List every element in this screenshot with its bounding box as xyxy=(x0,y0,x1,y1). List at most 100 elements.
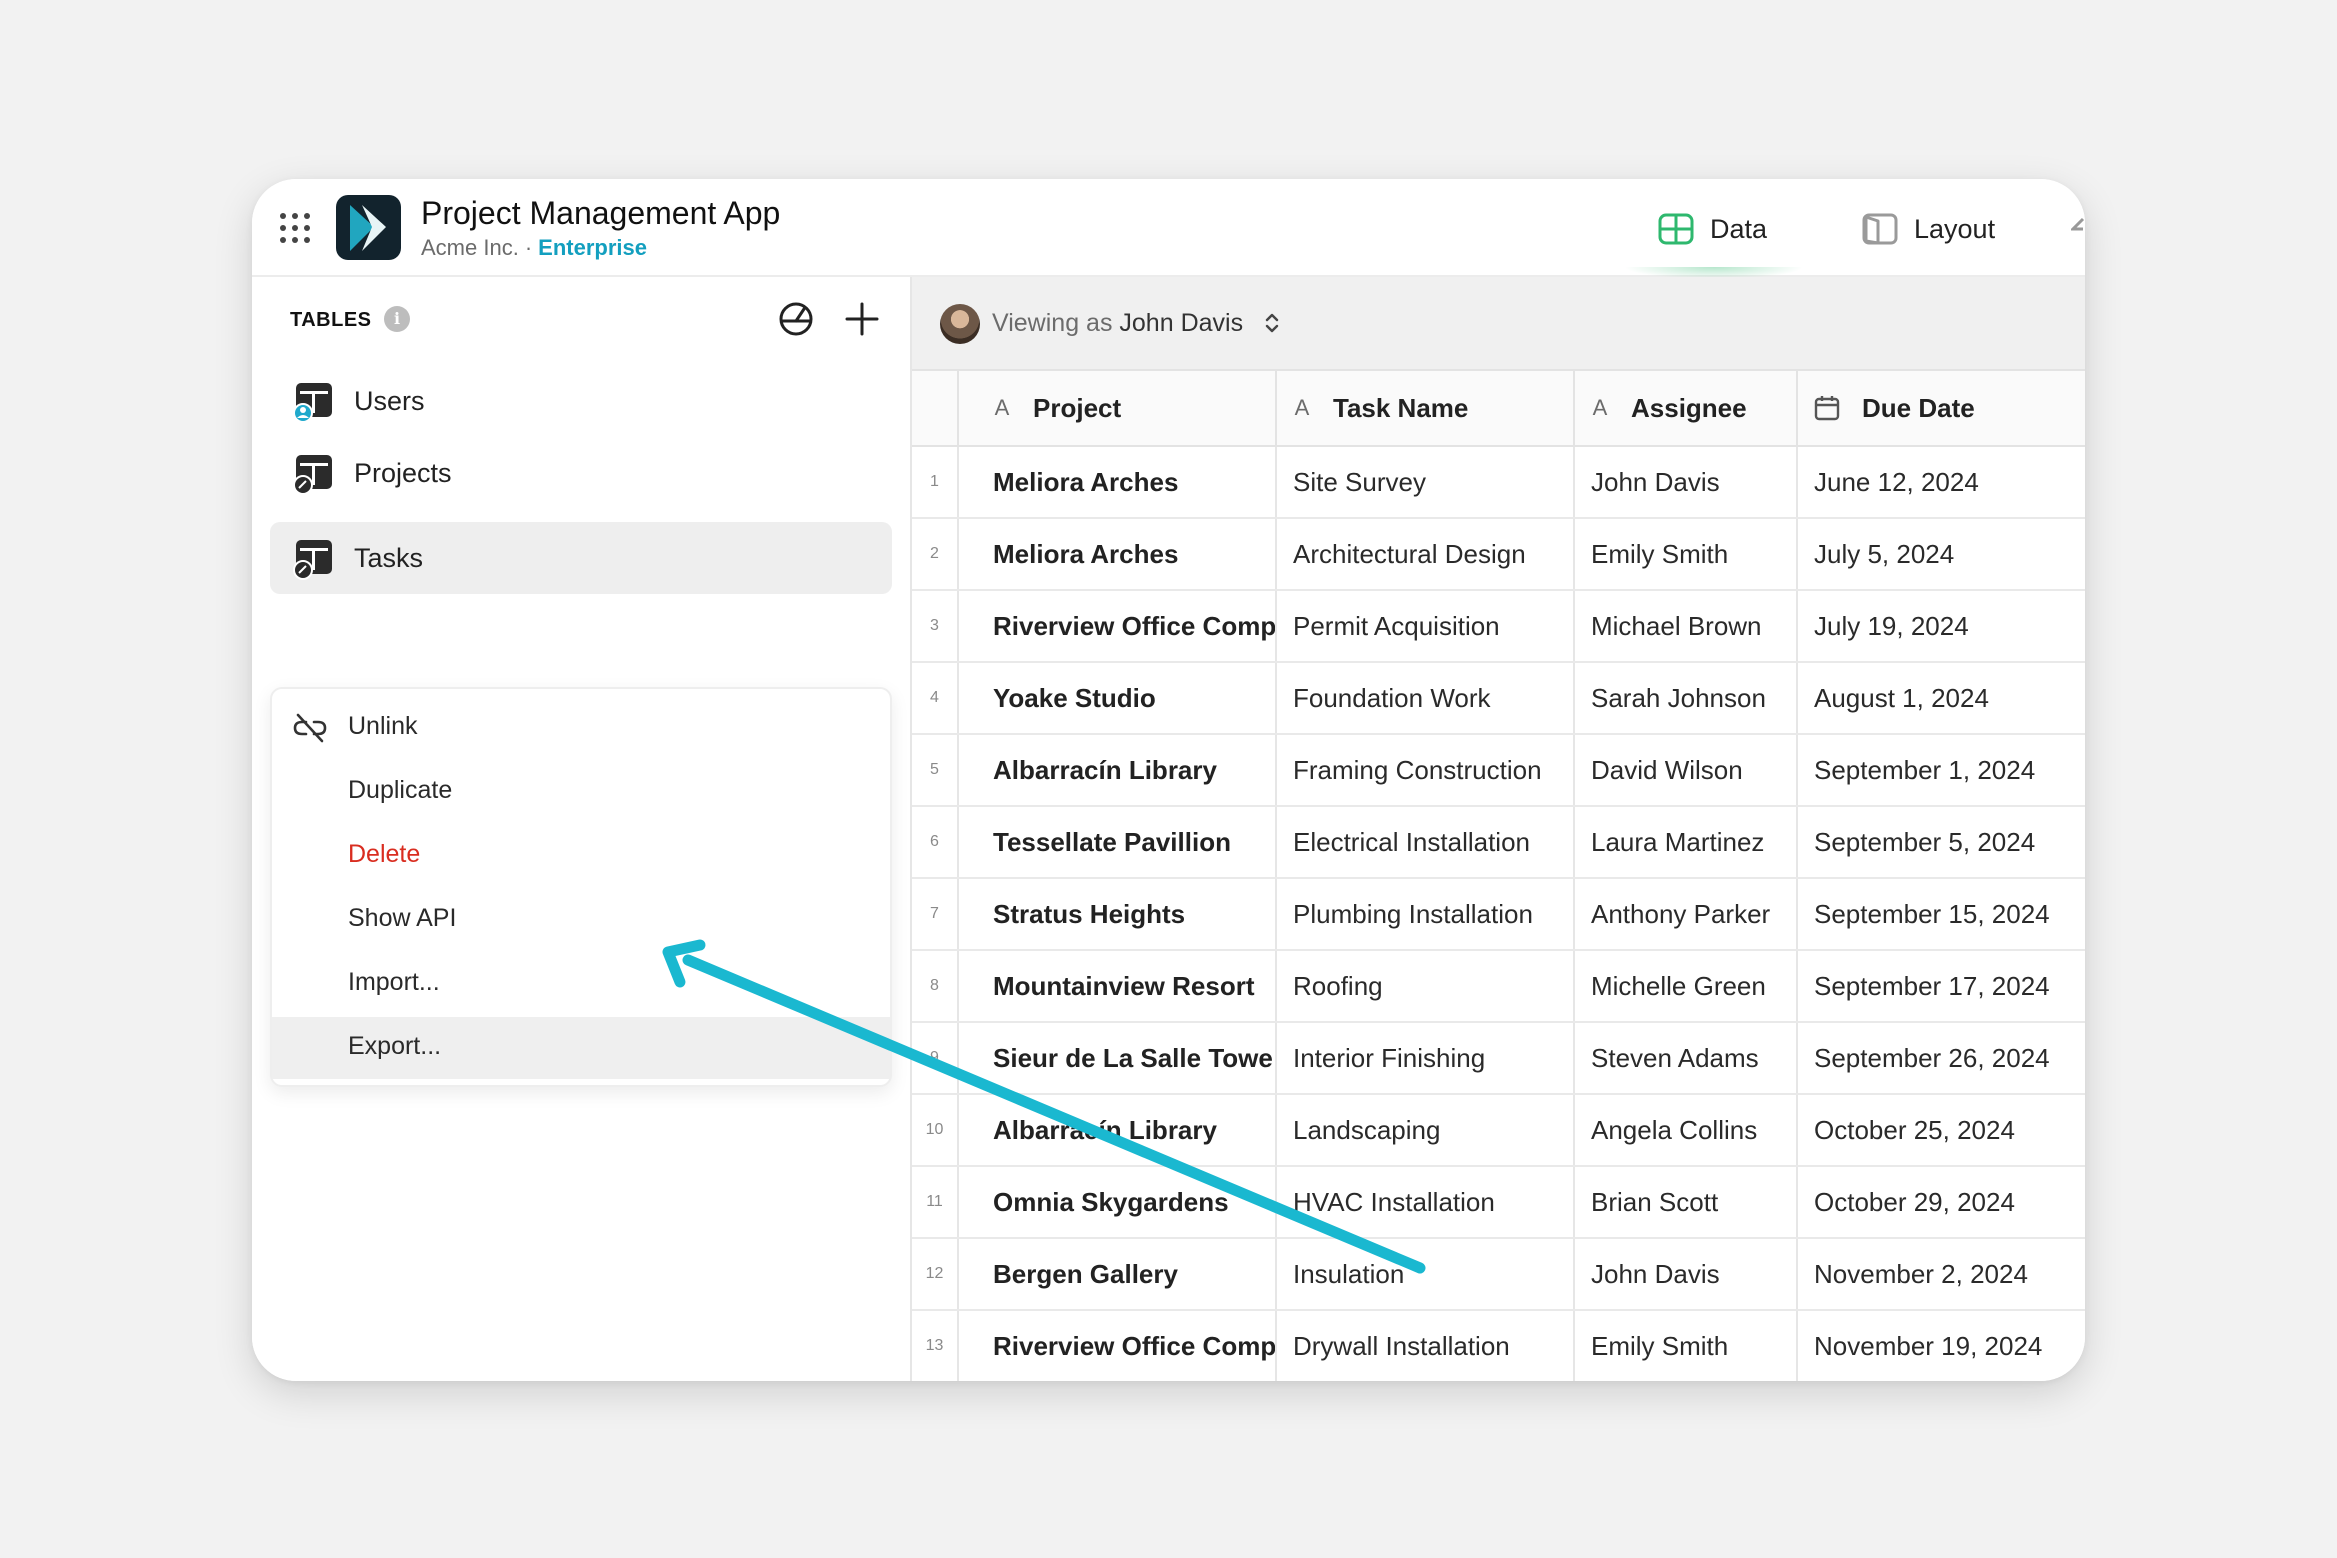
task-name-cell[interactable]: Landscaping xyxy=(1276,1094,1575,1167)
assignee-cell[interactable]: John Davis xyxy=(1574,446,1798,519)
table-row[interactable]: 3 Riverview Office Comp Permit Acquisition… xyxy=(912,590,2085,663)
tab-layout[interactable]: Layout xyxy=(1862,209,1995,249)
menu-item-show-api[interactable]: Show API xyxy=(272,889,890,951)
project-cell[interactable]: Mountainview Resort xyxy=(958,950,1277,1023)
menu-item-label: Import... xyxy=(348,968,440,996)
project-cell[interactable]: Riverview Office Comp xyxy=(958,1310,1277,1381)
viewing-as-prefix: Viewing as xyxy=(992,309,1113,337)
due-date-cell[interactable]: October 29, 2024 xyxy=(1797,1166,2085,1239)
table-row[interactable]: 7 Stratus Heights Plumbing Installation Ant… xyxy=(912,878,2085,951)
assignee-cell[interactable]: Michael Brown xyxy=(1574,590,1798,663)
project-cell[interactable]: Bergen Gallery xyxy=(958,1238,1277,1311)
assignee-cell[interactable]: Michelle Green xyxy=(1574,950,1798,1023)
task-name-cell[interactable]: Interior Finishing xyxy=(1276,1022,1575,1095)
projects-table-icon xyxy=(293,455,332,495)
table-row[interactable]: 11 Omnia Skygardens HVAC Installation Brian… xyxy=(912,1166,2085,1239)
project-cell[interactable]: Albarracín Library xyxy=(958,1094,1277,1167)
add-table-icon[interactable] xyxy=(842,299,882,339)
table-row[interactable]: 9 Sieur de La Salle Towe Interior Finishin… xyxy=(912,1022,2085,1095)
task-name-cell[interactable]: Site Survey xyxy=(1276,446,1575,519)
menu-item-label: Unlink xyxy=(348,712,418,740)
sidebar: TABLES i Users Projects Tasks Unlink Dup… xyxy=(252,277,912,1381)
app-subtitle: Acme Inc. · Enterprise xyxy=(421,235,647,261)
project-cell[interactable]: Tessellate Pavillion xyxy=(958,806,1277,879)
due-date-cell[interactable]: September 5, 2024 xyxy=(1797,806,2085,879)
task-name-cell[interactable]: Framing Construction xyxy=(1276,734,1575,807)
task-name-cell[interactable]: Plumbing Installation xyxy=(1276,878,1575,951)
table-row[interactable]: 4 Yoake Studio Foundation Work Sarah Johnso… xyxy=(912,662,2085,735)
sidebar-item-label: Users xyxy=(354,385,425,416)
table-row[interactable]: 12 Bergen Gallery Insulation John Davis Nove… xyxy=(912,1238,2085,1311)
task-name-cell[interactable]: Permit Acquisition xyxy=(1276,590,1575,663)
due-date-cell[interactable]: August 1, 2024 xyxy=(1797,662,2085,735)
due-date-cell[interactable]: September 1, 2024 xyxy=(1797,734,2085,807)
menu-item-delete[interactable]: Delete xyxy=(272,825,890,887)
column-header-task-name[interactable]: A Task Name xyxy=(1276,371,1575,447)
assignee-cell[interactable]: John Davis xyxy=(1574,1238,1798,1311)
separator: · xyxy=(524,235,533,260)
speed-gauge-icon[interactable] xyxy=(776,299,816,339)
table-row[interactable]: 1 Meliora Arches Site Survey John Davis June… xyxy=(912,446,2085,519)
table-row[interactable]: 13 Riverview Office Comp Drywall Installat… xyxy=(912,1310,2085,1381)
assignee-cell[interactable]: Brian Scott xyxy=(1574,1166,1798,1239)
task-name-cell[interactable]: HVAC Installation xyxy=(1276,1166,1575,1239)
table-row[interactable]: 10 Albarracín Library Landscaping Angela Co… xyxy=(912,1094,2085,1167)
due-date-cell[interactable]: July 19, 2024 xyxy=(1797,590,2085,663)
project-cell[interactable]: Yoake Studio xyxy=(958,662,1277,735)
calendar-icon xyxy=(1814,396,1840,421)
viewing-as-selector[interactable]: Viewing as John Davis xyxy=(992,309,1243,338)
assignee-cell[interactable]: Sarah Johnson xyxy=(1574,662,1798,735)
assignee-cell[interactable]: Steven Adams xyxy=(1574,1022,1798,1095)
due-date-cell[interactable]: June 12, 2024 xyxy=(1797,446,2085,519)
due-date-cell[interactable]: November 19, 2024 xyxy=(1797,1310,2085,1381)
tab-data[interactable]: Data xyxy=(1658,209,1767,249)
project-cell[interactable]: Meliora Arches xyxy=(958,446,1277,519)
menu-item-duplicate[interactable]: Duplicate xyxy=(272,761,890,823)
column-header-label: Due Date xyxy=(1862,392,1975,423)
task-name-cell[interactable]: Architectural Design xyxy=(1276,518,1575,591)
row-number: 11 xyxy=(912,1166,959,1239)
table-row[interactable]: 8 Mountainview Resort Roofing Michelle Gree… xyxy=(912,950,2085,1023)
column-header-project[interactable]: A Project xyxy=(958,371,1277,447)
assignee-cell[interactable]: Angela Collins xyxy=(1574,1094,1798,1167)
project-cell[interactable]: Meliora Arches xyxy=(958,518,1277,591)
task-name-cell[interactable]: Electrical Installation xyxy=(1276,806,1575,879)
due-date-cell[interactable]: October 25, 2024 xyxy=(1797,1094,2085,1167)
due-date-cell[interactable]: July 5, 2024 xyxy=(1797,518,2085,591)
column-header-label: Assignee xyxy=(1631,392,1747,423)
due-date-cell[interactable]: September 17, 2024 xyxy=(1797,950,2085,1023)
sidebar-item-projects[interactable]: Projects xyxy=(270,437,892,509)
assignee-cell[interactable]: Emily Smith xyxy=(1574,1310,1798,1381)
table-row[interactable]: 5 Albarracín Library Framing Construction D… xyxy=(912,734,2085,807)
menu-item-unlink[interactable]: Unlink xyxy=(272,697,890,759)
assignee-cell[interactable]: David Wilson xyxy=(1574,734,1798,807)
project-cell[interactable]: Stratus Heights xyxy=(958,878,1277,951)
app-grid-icon[interactable] xyxy=(280,213,310,243)
due-date-cell[interactable]: September 26, 2024 xyxy=(1797,1022,2085,1095)
column-header-due-date[interactable]: Due Date xyxy=(1797,371,2085,447)
table-row[interactable]: 2 Meliora Arches Architectural Design Emily… xyxy=(912,518,2085,591)
assignee-cell[interactable]: Emily Smith xyxy=(1574,518,1798,591)
due-date-cell[interactable]: September 15, 2024 xyxy=(1797,878,2085,951)
menu-item-import[interactable]: Import... xyxy=(272,953,890,1015)
more-tabs-icon[interactable] xyxy=(2071,215,2085,243)
assignee-cell[interactable]: Anthony Parker xyxy=(1574,878,1798,951)
text-type-icon: A xyxy=(1592,395,1608,420)
info-icon[interactable]: i xyxy=(384,306,410,332)
column-header-assignee[interactable]: A Assignee xyxy=(1574,371,1798,447)
task-name-cell[interactable]: Foundation Work xyxy=(1276,662,1575,735)
task-name-cell[interactable]: Drywall Installation xyxy=(1276,1310,1575,1381)
task-name-cell[interactable]: Roofing xyxy=(1276,950,1575,1023)
project-cell[interactable]: Riverview Office Comp xyxy=(958,590,1277,663)
task-name-cell[interactable]: Insulation xyxy=(1276,1238,1575,1311)
due-date-cell[interactable]: November 2, 2024 xyxy=(1797,1238,2085,1311)
project-cell[interactable]: Omnia Skygardens xyxy=(958,1166,1277,1239)
sidebar-item-users[interactable]: Users xyxy=(270,365,892,437)
project-cell[interactable]: Sieur de La Salle Towe xyxy=(958,1022,1277,1095)
sidebar-item-tasks[interactable]: Tasks xyxy=(270,522,892,594)
chevron-up-down-icon[interactable] xyxy=(1264,309,1280,337)
menu-item-export[interactable]: Export... xyxy=(272,1017,890,1079)
assignee-cell[interactable]: Laura Martinez xyxy=(1574,806,1798,879)
table-row[interactable]: 6 Tessellate Pavillion Electrical Installa… xyxy=(912,806,2085,879)
project-cell[interactable]: Albarracín Library xyxy=(958,734,1277,807)
